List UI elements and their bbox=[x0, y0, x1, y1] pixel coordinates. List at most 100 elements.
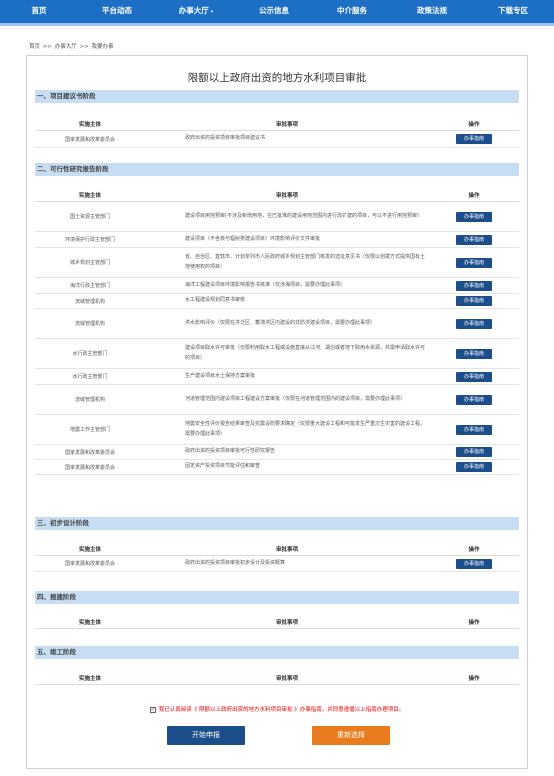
table-row: 水行政主管部门 建设项目取水许可审批（仅限利用取水工程或设施直接从江河、湖泊或者… bbox=[35, 339, 519, 369]
row-item: 政府出资的投资项目审批初步设计及投资概算 bbox=[185, 559, 286, 566]
table-header: 实施主体 审批事项 操作 bbox=[35, 617, 519, 629]
table-row: 城乡规划主管部门 省、自治区、直辖市、计划单列市人民政府城乡规划主管部门核发的选… bbox=[35, 248, 519, 278]
row-agency: 国家发展和改革委员会 bbox=[64, 136, 115, 143]
nav-item-policies[interactable]: 政策法规 bbox=[392, 0, 472, 23]
row-agency: 地震工作主管部门 bbox=[69, 427, 110, 433]
guide-button[interactable]: 办事指南 bbox=[456, 424, 492, 435]
breadcrumb: 首页 >> 办事大厅 >> 我要办事 bbox=[29, 42, 114, 50]
guide-button[interactable]: 办事指南 bbox=[456, 257, 492, 268]
nav-item-service-hall[interactable]: 办事大厅 ▾ bbox=[156, 0, 236, 23]
guide-button[interactable]: 办事指南 bbox=[456, 296, 492, 306]
table-row: 地震工作主管部门 地震安全性评价报告结果审查及抗震设防要求确定（仅限重大建设工程… bbox=[35, 415, 519, 445]
row-item: 建设项目（不含核与辐射类建设项目）环境影响评价文件审批 bbox=[185, 235, 321, 242]
section-table: 实施主体 审批事项 操作 国家发展和改革委员会 政府出资的投资项目审批初步设计及… bbox=[35, 544, 519, 572]
guide-button[interactable]: 办事指南 bbox=[456, 280, 492, 291]
table-header: 实施主体 审批事项 操作 bbox=[35, 119, 519, 131]
guide-button[interactable]: 办事指南 bbox=[456, 558, 492, 569]
row-agency: 流域管理机构 bbox=[74, 321, 105, 327]
row-agency: 城乡规划主管部门 bbox=[69, 260, 110, 266]
agreement-text: 我已认真阅读《 限额以上政府出资的地方水利项目审批 》办事指南，并同意遵循以上指… bbox=[158, 707, 405, 713]
row-agency: 环境保护行政主管部门 bbox=[64, 237, 115, 243]
chevron-down-icon: ▾ bbox=[210, 9, 214, 15]
breadcrumb-separator: >> bbox=[79, 44, 89, 50]
row-item: 建设项目用地预审(不涉及新增用地，在已批准的建设用地范围内进行改扩建的项目，可以… bbox=[185, 212, 419, 219]
column-header-action: 操作 bbox=[468, 122, 480, 128]
page-title: 限额以上政府出资的地方水利项目审批 bbox=[187, 72, 367, 84]
column-header-agency: 实施主体 bbox=[78, 122, 101, 128]
breadcrumb-current: 我要办事 bbox=[91, 44, 114, 50]
row-item: 省、自治区、直辖市、计划单列市人民政府城乡规划主管部门核发的选址意见书（仅限以划… bbox=[185, 254, 426, 270]
row-agency: 国家发展和改革委员会 bbox=[64, 449, 115, 456]
breadcrumb-service-hall[interactable]: 办事大厅 bbox=[55, 44, 77, 50]
column-header-action: 操作 bbox=[468, 620, 480, 626]
row-item: 建设项目取水许可审批（仅限利用取水工程或设施直接从江河、湖泊或者地下取用水资源，… bbox=[185, 345, 426, 361]
table-row: 流域管理机构 河道管理范围内建设项目工程建设方案审批（仅限在河道管理范围内的建设… bbox=[35, 385, 519, 415]
guide-button[interactable]: 办事指南 bbox=[456, 394, 492, 405]
nav-item-agency-service[interactable]: 中介服务 bbox=[312, 0, 392, 23]
column-header-action: 操作 bbox=[468, 193, 480, 199]
start-application-button[interactable]: 开始申报 bbox=[167, 726, 245, 745]
guide-button[interactable]: 办事指南 bbox=[456, 348, 492, 359]
table-row: 国家发展和改革委员会 政府出资的投资项目审批可行性研究报告 办事指南 bbox=[35, 445, 519, 460]
section-header: 四、报建阶段 bbox=[35, 591, 519, 604]
row-item: 生产建设项目水土保持方案审批 bbox=[185, 372, 256, 379]
column-header-agency: 实施主体 bbox=[78, 676, 101, 682]
content-panel: 限额以上政府出资的地方水利项目审批 一、项目建议书阶段 实施主体 审批事项 操作… bbox=[26, 55, 528, 769]
nav-item-home[interactable]: 首页 bbox=[0, 0, 78, 23]
table-row: 环境保护行政主管部门 建设项目（不含核与辐射类建设项目）环境影响评价文件审批 办… bbox=[35, 232, 519, 248]
column-header-item: 审批事项 bbox=[275, 122, 298, 128]
breadcrumb-separator: >> bbox=[42, 44, 52, 50]
column-header-agency: 实施主体 bbox=[78, 547, 101, 553]
agreement-checkbox[interactable]: ✓ bbox=[149, 706, 156, 713]
row-agency: 国家发展和改革委员会 bbox=[64, 561, 115, 567]
row-item: 河道管理范围内建设项目工程建设方案审批（仅限在河道管理范围内的建设项目，需要办理… bbox=[185, 395, 406, 402]
guide-button[interactable]: 办事指南 bbox=[456, 447, 492, 457]
table-header: 实施主体 审批事项 操作 bbox=[35, 673, 519, 685]
row-item: 固定资产投资项目节能评估和审查 bbox=[185, 463, 261, 470]
nav-item-platform-news[interactable]: 平台动态 bbox=[78, 0, 156, 23]
table-row: 国土资源主管部门 建设项目用地预审(不涉及新增用地，在已批准的建设用地范围内进行… bbox=[35, 202, 519, 232]
section-table: 实施主体 审批事项 操作 bbox=[35, 673, 519, 685]
row-agency: 国家发展和改革委员会 bbox=[64, 464, 115, 471]
nav-item-service-hall-label: 办事大厅 bbox=[178, 6, 209, 15]
row-item: 地震安全性评价报告结果审查及抗震设防要求确定（仅限重大建设工程和可能发生严重次生… bbox=[185, 421, 426, 437]
nav-item-downloads[interactable]: 下载专区 bbox=[472, 0, 554, 23]
table-row: 海洋行政主管部门 海洋工程建设项目环境影响报告书核准（仅涉海项目，需要办理此事项… bbox=[35, 278, 519, 294]
section-table: 实施主体 审批事项 操作 国家发展和改革委员会 政府出资的投资项目审批项目建议书… bbox=[35, 119, 519, 148]
guide-button[interactable]: 办事指南 bbox=[456, 134, 492, 144]
section-table: 实施主体 审批事项 操作 bbox=[35, 617, 519, 629]
row-agency: 国土资源主管部门 bbox=[69, 214, 110, 220]
row-agency: 海洋行政主管部门 bbox=[69, 283, 110, 289]
reselect-button[interactable]: 重新选择 bbox=[312, 726, 390, 745]
guide-button[interactable]: 办事指南 bbox=[456, 318, 492, 329]
column-header-action: 操作 bbox=[468, 676, 480, 682]
guide-button[interactable]: 办事指南 bbox=[456, 462, 492, 472]
table-row: 水行政主管部门 生产建设项目水土保持方案审批 办事指南 bbox=[35, 369, 519, 385]
table-header: 实施主体 审批事项 操作 bbox=[35, 544, 519, 556]
row-agency: 水行政主管部门 bbox=[72, 374, 108, 380]
row-agency: 流域管理机构 bbox=[74, 298, 105, 305]
row-item: 洪水影响评价（仅限在洪泛区、蓄滞洪区内建设的非防洪建设项目，需要办理此事项） bbox=[185, 319, 376, 326]
column-header-agency: 实施主体 bbox=[78, 193, 101, 199]
agreement: ✓ 我已认真阅读《 限额以上政府出资的地方水利项目审批 》办事指南，并同意遵循以上… bbox=[27, 705, 527, 713]
column-header-action: 操作 bbox=[468, 547, 480, 553]
guide-button[interactable]: 办事指南 bbox=[456, 371, 492, 382]
top-nav: 首页 平台动态 办事大厅 ▾ 公示信息 中介服务 政策法规 下载专区 bbox=[0, 0, 554, 26]
row-item: 政府出资的投资项目审批项目建议书 bbox=[185, 135, 266, 142]
row-agency: 水行政主管部门 bbox=[72, 351, 108, 357]
guide-button[interactable]: 办事指南 bbox=[456, 211, 492, 222]
table-row: 国家发展和改革委员会 政府出资的投资项目审批项目建议书 办事指南 bbox=[35, 131, 519, 148]
breadcrumb-home[interactable]: 首页 bbox=[29, 44, 40, 50]
column-header-item: 审批事项 bbox=[275, 193, 298, 199]
table-row: 流域管理机构 水工程建设规划同意书审核 办事指南 bbox=[35, 294, 519, 309]
section-header: 一、项目建议书阶段 bbox=[35, 90, 519, 103]
section-header: 三、初步设计阶段 bbox=[35, 517, 519, 530]
nav-item-public-notice[interactable]: 公示信息 bbox=[236, 0, 312, 23]
row-item: 海洋工程建设项目环境影响报告书核准（仅涉海项目，需要办理此事项） bbox=[185, 281, 346, 288]
column-header-agency: 实施主体 bbox=[78, 620, 101, 626]
guide-button[interactable]: 办事指南 bbox=[456, 234, 492, 245]
section-header: 五、竣工阶段 bbox=[35, 646, 519, 659]
row-item: 水工程建设规划同意书审核 bbox=[185, 297, 246, 304]
section-table: 实施主体 审批事项 操作 国土资源主管部门 建设项目用地预审(不涉及新增用地，在… bbox=[35, 190, 519, 475]
column-header-item: 审批事项 bbox=[275, 676, 298, 682]
